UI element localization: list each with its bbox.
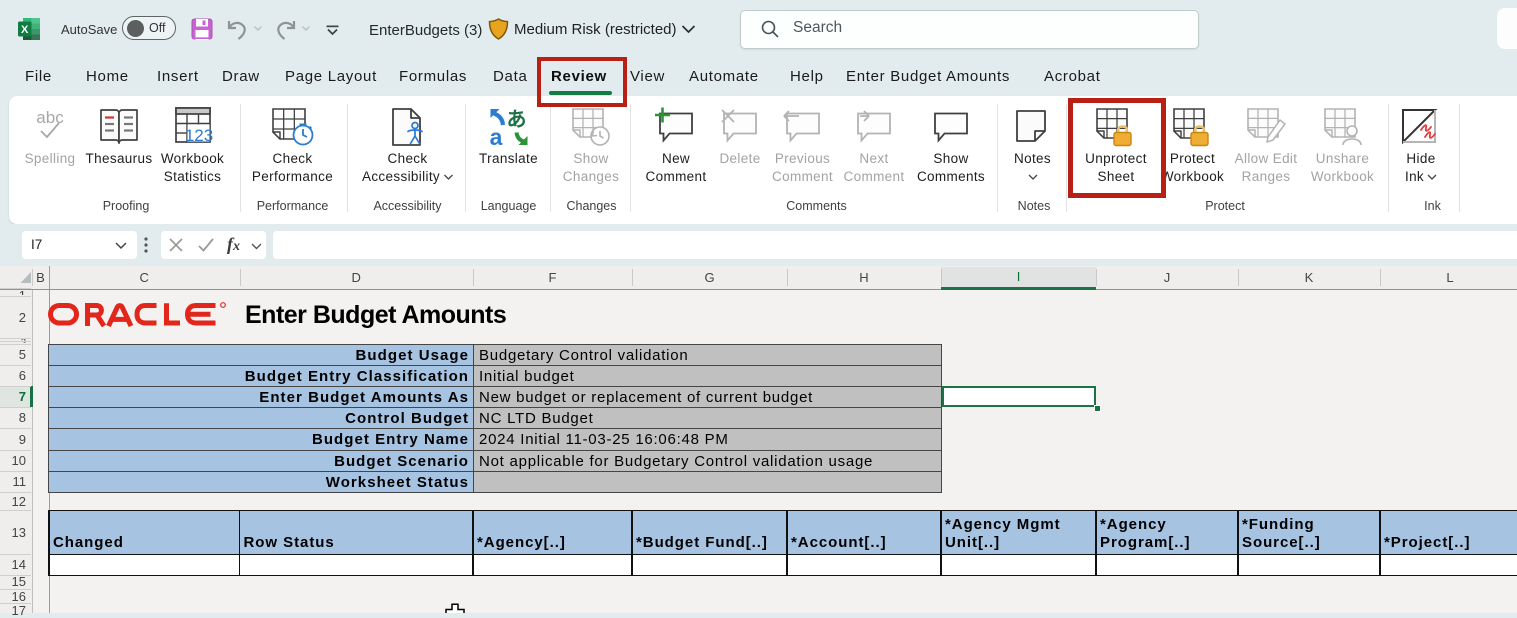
svg-text:あ: あ	[506, 108, 526, 131]
svg-text:123: 123	[184, 126, 212, 145]
svg-text:a: a	[489, 124, 502, 147]
svg-text:X: X	[21, 24, 29, 36]
svg-text:abc: abc	[36, 108, 64, 127]
